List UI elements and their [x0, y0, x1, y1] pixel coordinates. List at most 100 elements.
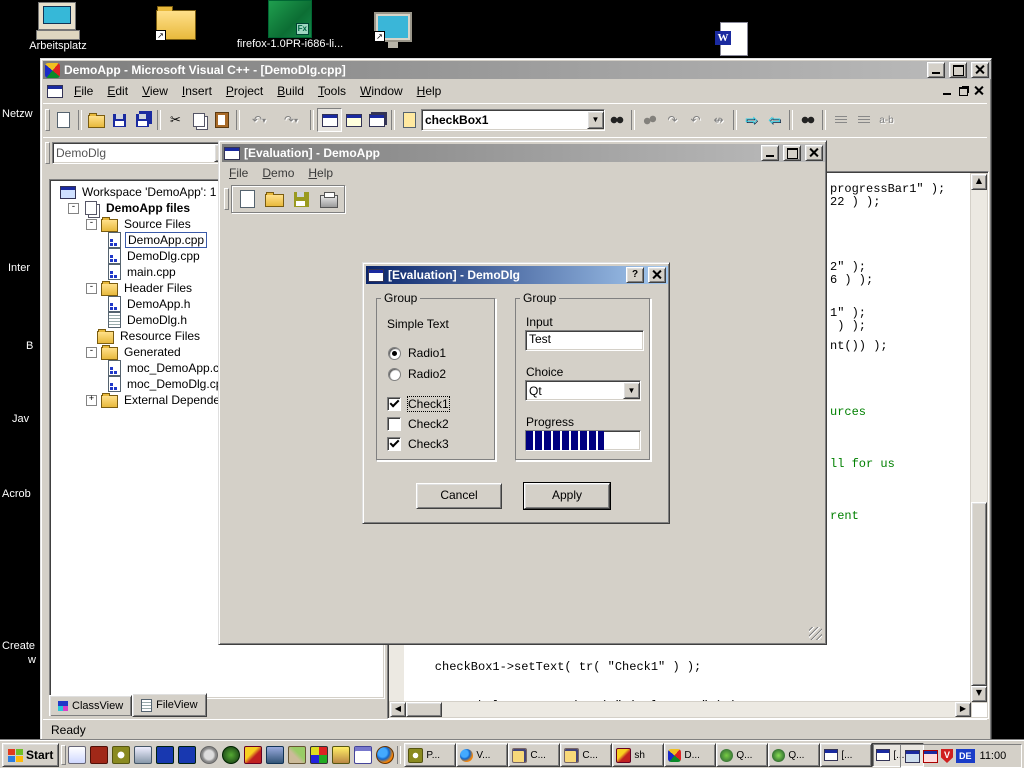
notes-icon[interactable]: [68, 746, 86, 764]
vertical-scrollbar[interactable]: [970, 173, 988, 703]
menu-help[interactable]: Help: [301, 164, 340, 182]
close-button[interactable]: [805, 145, 823, 161]
goto-prev-icon[interactable]: ⇦: [763, 109, 786, 131]
task-button-6[interactable]: D...: [664, 743, 716, 767]
search-icon[interactable]: [605, 109, 628, 131]
copy-icon[interactable]: [187, 109, 210, 131]
apply-button[interactable]: Apply: [524, 483, 610, 509]
save-icon[interactable]: [108, 109, 131, 131]
toolbar-grip[interactable]: [45, 109, 50, 131]
mdi-minimize-button[interactable]: [939, 84, 955, 98]
vertical-scrollbar-thumb[interactable]: [971, 502, 987, 686]
task-button-1[interactable]: P...: [404, 743, 456, 767]
desktop-label-jav[interactable]: Jav: [12, 413, 29, 425]
ab-icon[interactable]: a-b: [875, 109, 898, 131]
radio2[interactable]: Radio2: [388, 367, 446, 381]
desktop-label-inter[interactable]: Inter: [8, 262, 30, 274]
input-field[interactable]: Test: [525, 330, 644, 351]
task-button-4[interactable]: C...: [560, 743, 612, 767]
wizardbar-action1-icon[interactable]: [638, 109, 661, 131]
checkbox-checked-icon[interactable]: [387, 397, 401, 411]
desktop-icon-display[interactable]: [374, 12, 412, 48]
color-x-icon[interactable]: [310, 746, 328, 764]
mdi-restore-button[interactable]: [955, 84, 971, 98]
print-icon[interactable]: [317, 188, 340, 210]
clock[interactable]: 11:00: [980, 750, 1007, 762]
dialog-titlebar[interactable]: [Evaluation] - DemoDlg ?: [366, 266, 668, 284]
wizardbar-action3-icon[interactable]: ↶: [684, 109, 707, 131]
task-button-9[interactable]: [...: [820, 743, 872, 767]
resize-grip[interactable]: [809, 627, 822, 640]
cancel-button[interactable]: Cancel: [416, 483, 502, 509]
start-button[interactable]: Start: [2, 743, 59, 767]
maximize-button[interactable]: [783, 145, 801, 161]
disconnected-device-icon[interactable]: [923, 750, 938, 763]
radio-icon[interactable]: [388, 368, 401, 381]
keyboard-app-icon[interactable]: [266, 746, 284, 764]
menu-project[interactable]: Project: [219, 82, 270, 100]
class-combobox[interactable]: DemoDlg ▼: [52, 142, 232, 164]
calendar-icon[interactable]: [354, 746, 372, 764]
menu-help[interactable]: Help: [410, 82, 449, 100]
chevron-down-icon[interactable]: ▼: [587, 111, 604, 129]
wizardbar-action2-icon[interactable]: ↷: [661, 109, 684, 131]
close-button[interactable]: [971, 62, 989, 78]
minimize-button[interactable]: [927, 62, 945, 78]
wizardbar-action4-icon[interactable]: ↮: [707, 109, 730, 131]
network-computer-icon[interactable]: [905, 750, 920, 763]
network-app2-icon[interactable]: [178, 746, 196, 764]
firefox-icon[interactable]: [376, 746, 394, 764]
desktop-label-acrob[interactable]: Acrob: [2, 488, 31, 500]
open-file-icon[interactable]: [85, 109, 108, 131]
choice-combobox[interactable]: Qt ▼: [525, 380, 641, 401]
redo-icon[interactable]: ↷▾: [275, 109, 307, 131]
task-button-5[interactable]: sh: [612, 743, 664, 767]
clock-icon[interactable]: [112, 746, 130, 764]
menu-file[interactable]: File: [67, 82, 100, 100]
desktop-icon-my-computer[interactable]: Arbeitsplatz: [18, 2, 98, 52]
menu-view[interactable]: View: [135, 82, 175, 100]
horizontal-scrollbar-thumb[interactable]: [406, 702, 442, 717]
menu-demo[interactable]: Demo: [255, 164, 301, 182]
indent-icon[interactable]: [829, 109, 852, 131]
desktop-icon-folder[interactable]: [156, 10, 196, 40]
menu-tools[interactable]: Tools: [311, 82, 353, 100]
menu-edit[interactable]: Edit: [100, 82, 135, 100]
new-file-icon[interactable]: [236, 188, 259, 210]
help-button[interactable]: ?: [626, 267, 644, 283]
toolbar-grip[interactable]: [45, 142, 50, 164]
collapse-icon[interactable]: [86, 283, 97, 294]
scroll-right-icon[interactable]: [955, 702, 971, 717]
tab-classview[interactable]: ClassView: [49, 695, 132, 716]
task-button-8[interactable]: Q...: [768, 743, 820, 767]
book-icon[interactable]: [90, 746, 108, 764]
open-file-icon[interactable]: [263, 188, 286, 210]
horizontal-scrollbar[interactable]: [389, 701, 972, 718]
chevron-down-icon[interactable]: ▼: [623, 382, 640, 399]
submarine-icon[interactable]: [332, 746, 350, 764]
cut-icon[interactable]: ✂: [164, 109, 187, 131]
minimize-button[interactable]: [761, 145, 779, 161]
desktop-label-netzw[interactable]: Netzw: [2, 108, 33, 120]
windows-dialog-icon[interactable]: [365, 109, 388, 131]
close-button[interactable]: [648, 267, 666, 283]
internet-explorer-icon[interactable]: [200, 746, 218, 764]
collapse-icon[interactable]: [86, 347, 97, 358]
collapse-icon[interactable]: [86, 219, 97, 230]
keyboard-layout-badge[interactable]: DE: [956, 749, 975, 763]
expand-icon[interactable]: [86, 395, 97, 406]
mdi-close-button[interactable]: [971, 84, 987, 98]
menu-build[interactable]: Build: [270, 82, 311, 100]
checkbox-icon[interactable]: [387, 417, 401, 431]
collapse-icon[interactable]: [68, 203, 79, 214]
checkbox-checked-icon[interactable]: [387, 437, 401, 451]
main-titlebar[interactable]: DemoApp - Microsoft Visual C++ - [DemoDl…: [43, 61, 991, 79]
scroll-down-icon[interactable]: [971, 686, 987, 702]
task-button-3[interactable]: C...: [508, 743, 560, 767]
search-context-icon[interactable]: [398, 109, 421, 131]
desktop-label-b[interactable]: B: [26, 340, 33, 352]
scroll-up-icon[interactable]: [971, 174, 987, 190]
check1[interactable]: Check1: [387, 397, 449, 411]
desktop-icon-firefox-package[interactable]: firefox-1.0PR-i686-li...: [210, 0, 370, 50]
radio-selected-icon[interactable]: [388, 347, 401, 360]
